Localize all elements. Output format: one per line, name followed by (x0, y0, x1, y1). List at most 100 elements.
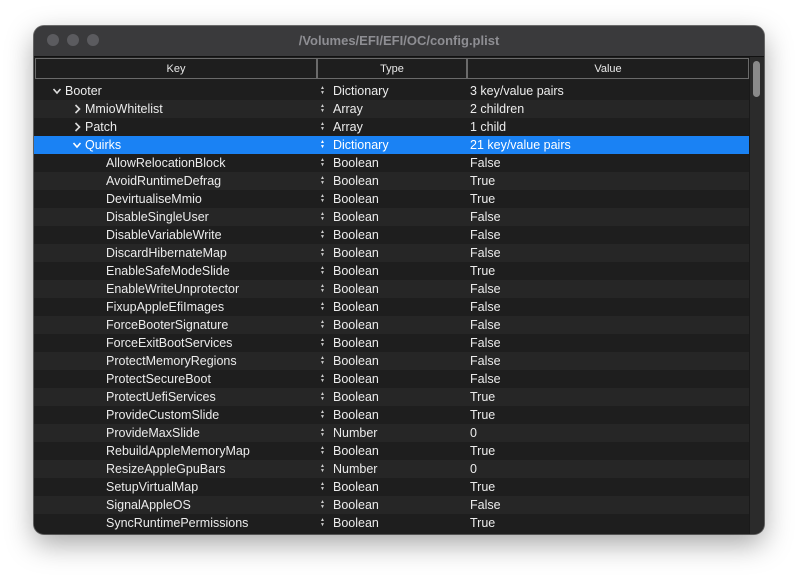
row-type-select[interactable]: ▲▼ Boolean (320, 514, 379, 532)
outline-row[interactable]: ForceBooterSignature ▲▼ Boolean False (34, 316, 750, 334)
outline-row[interactable]: DisableVariableWrite ▲▼ Boolean False (34, 226, 750, 244)
row-key[interactable]: SyncRuntimePermissions (106, 514, 248, 532)
row-value[interactable]: False (470, 370, 501, 388)
outline-row[interactable]: ProvideMaxSlide ▲▼ Number 0 (34, 424, 750, 442)
column-header-type[interactable]: Type (317, 58, 467, 79)
row-key[interactable]: RebuildAppleMemoryMap (106, 442, 250, 460)
outline-row[interactable]: EnableSafeModeSlide ▲▼ Boolean True (34, 262, 750, 280)
row-key[interactable]: Booter (65, 82, 102, 100)
outline-row[interactable]: DiscardHibernateMap ▲▼ Boolean False (34, 244, 750, 262)
column-header-value[interactable]: Value (467, 58, 749, 79)
outline-row[interactable]: AvoidRuntimeDefrag ▲▼ Boolean True (34, 172, 750, 190)
row-key[interactable]: ForceBooterSignature (106, 316, 228, 334)
row-key[interactable]: ProtectUefiServices (106, 388, 216, 406)
row-value[interactable]: False (470, 334, 501, 352)
row-value[interactable]: False (470, 280, 501, 298)
row-type-select[interactable]: ▲▼ Number (320, 460, 377, 478)
row-value[interactable]: 2 children (470, 100, 524, 118)
row-value[interactable]: True (470, 442, 495, 460)
outline-row[interactable]: ResizeAppleGpuBars ▲▼ Number 0 (34, 460, 750, 478)
outline-row[interactable]: DevirtualiseMmio ▲▼ Boolean True (34, 190, 750, 208)
row-type-select[interactable]: ▲▼ Boolean (320, 208, 379, 226)
row-key[interactable]: SetupVirtualMap (106, 478, 198, 496)
row-key[interactable]: ResizeAppleGpuBars (106, 460, 226, 478)
row-type-select[interactable]: ▲▼ Boolean (320, 262, 379, 280)
outline-row[interactable]: ProtectMemoryRegions ▲▼ Boolean False (34, 352, 750, 370)
row-type-select[interactable]: ▲▼ Boolean (320, 478, 379, 496)
outline-row[interactable]: EnableWriteUnprotector ▲▼ Boolean False (34, 280, 750, 298)
row-value[interactable]: 1 child (470, 118, 506, 136)
row-type-select[interactable]: ▲▼ Boolean (320, 370, 379, 388)
row-value[interactable]: False (470, 316, 501, 334)
row-value[interactable]: False (470, 154, 501, 172)
row-key[interactable]: DevirtualiseMmio (106, 190, 202, 208)
row-value[interactable]: 3 key/value pairs (470, 82, 564, 100)
row-value[interactable]: True (470, 514, 495, 532)
row-type-select[interactable]: ▲▼ Dictionary (320, 136, 389, 154)
row-key[interactable]: SignalAppleOS (106, 496, 191, 514)
row-type-select[interactable]: ▲▼ Boolean (320, 352, 379, 370)
row-key[interactable]: EnableWriteUnprotector (106, 280, 239, 298)
row-key[interactable]: ProtectMemoryRegions (106, 352, 237, 370)
row-type-select[interactable]: ▲▼ Boolean (320, 334, 379, 352)
row-key[interactable]: AvoidRuntimeDefrag (106, 172, 221, 190)
row-type-select[interactable]: ▲▼ Boolean (320, 388, 379, 406)
row-value[interactable]: True (470, 406, 495, 424)
row-type-select[interactable]: ▲▼ Boolean (320, 154, 379, 172)
row-type-select[interactable]: ▲▼ Boolean (320, 280, 379, 298)
outline-row[interactable]: ForceExitBootServices ▲▼ Boolean False (34, 334, 750, 352)
row-type-select[interactable]: ▲▼ Dictionary (320, 82, 389, 100)
row-key[interactable]: AllowRelocationBlock (106, 154, 226, 172)
row-type-select[interactable]: ▲▼ Array (320, 100, 363, 118)
outline-row[interactable]: SyncRuntimePermissions ▲▼ Boolean True (34, 514, 750, 532)
row-value[interactable]: True (470, 190, 495, 208)
row-value[interactable]: 21 key/value pairs (470, 136, 571, 154)
row-key[interactable]: DisableSingleUser (106, 208, 209, 226)
row-value[interactable]: 0 (470, 424, 477, 442)
row-key[interactable]: EnableSafeModeSlide (106, 262, 230, 280)
outline-row[interactable]: FixupAppleEfiImages ▲▼ Boolean False (34, 298, 750, 316)
outline-row[interactable]: Quirks ▲▼ Dictionary 21 key/value pairs (34, 136, 750, 154)
row-value[interactable]: True (470, 388, 495, 406)
outline-row[interactable]: Booter ▲▼ Dictionary 3 key/value pairs (34, 82, 750, 100)
row-value[interactable]: True (470, 262, 495, 280)
outline-row[interactable]: RebuildAppleMemoryMap ▲▼ Boolean True (34, 442, 750, 460)
row-value[interactable]: False (470, 352, 501, 370)
row-value[interactable]: True (470, 478, 495, 496)
row-key[interactable]: Patch (85, 118, 117, 136)
row-type-select[interactable]: ▲▼ Array (320, 118, 363, 136)
row-type-select[interactable]: ▲▼ Boolean (320, 316, 379, 334)
row-type-select[interactable]: ▲▼ Boolean (320, 406, 379, 424)
row-type-select[interactable]: ▲▼ Boolean (320, 190, 379, 208)
scrollbar-thumb[interactable] (753, 61, 760, 97)
row-type-select[interactable]: ▲▼ Boolean (320, 298, 379, 316)
outline-row[interactable]: MmioWhitelist ▲▼ Array 2 children (34, 100, 750, 118)
outline-row[interactable]: ProtectSecureBoot ▲▼ Boolean False (34, 370, 750, 388)
outline-row[interactable]: SignalAppleOS ▲▼ Boolean False (34, 496, 750, 514)
row-key[interactable]: ProtectSecureBoot (106, 370, 211, 388)
row-type-select[interactable]: ▲▼ Boolean (320, 496, 379, 514)
row-key[interactable]: ProvideCustomSlide (106, 406, 219, 424)
row-key[interactable]: FixupAppleEfiImages (106, 298, 224, 316)
row-key[interactable]: MmioWhitelist (85, 100, 163, 118)
outline-row[interactable]: SetupVirtualMap ▲▼ Boolean True (34, 478, 750, 496)
row-value[interactable]: False (470, 208, 501, 226)
row-key[interactable]: ProvideMaxSlide (106, 424, 200, 442)
outline-row[interactable]: AllowRelocationBlock ▲▼ Boolean False (34, 154, 750, 172)
outline-row[interactable]: Patch ▲▼ Array 1 child (34, 118, 750, 136)
outline-row[interactable]: ProvideCustomSlide ▲▼ Boolean True (34, 406, 750, 424)
row-value[interactable]: False (470, 244, 501, 262)
row-value[interactable]: False (470, 496, 501, 514)
row-key[interactable]: Quirks (85, 136, 121, 154)
row-type-select[interactable]: ▲▼ Boolean (320, 442, 379, 460)
vertical-scrollbar[interactable] (749, 57, 764, 534)
row-type-select[interactable]: ▲▼ Number (320, 424, 377, 442)
row-value[interactable]: True (470, 172, 495, 190)
row-key[interactable]: DisableVariableWrite (106, 226, 222, 244)
row-type-select[interactable]: ▲▼ Boolean (320, 172, 379, 190)
row-type-select[interactable]: ▲▼ Boolean (320, 226, 379, 244)
outline-row[interactable]: ProtectUefiServices ▲▼ Boolean True (34, 388, 750, 406)
row-type-select[interactable]: ▲▼ Boolean (320, 244, 379, 262)
row-value[interactable]: 0 (470, 460, 477, 478)
row-key[interactable]: DiscardHibernateMap (106, 244, 227, 262)
